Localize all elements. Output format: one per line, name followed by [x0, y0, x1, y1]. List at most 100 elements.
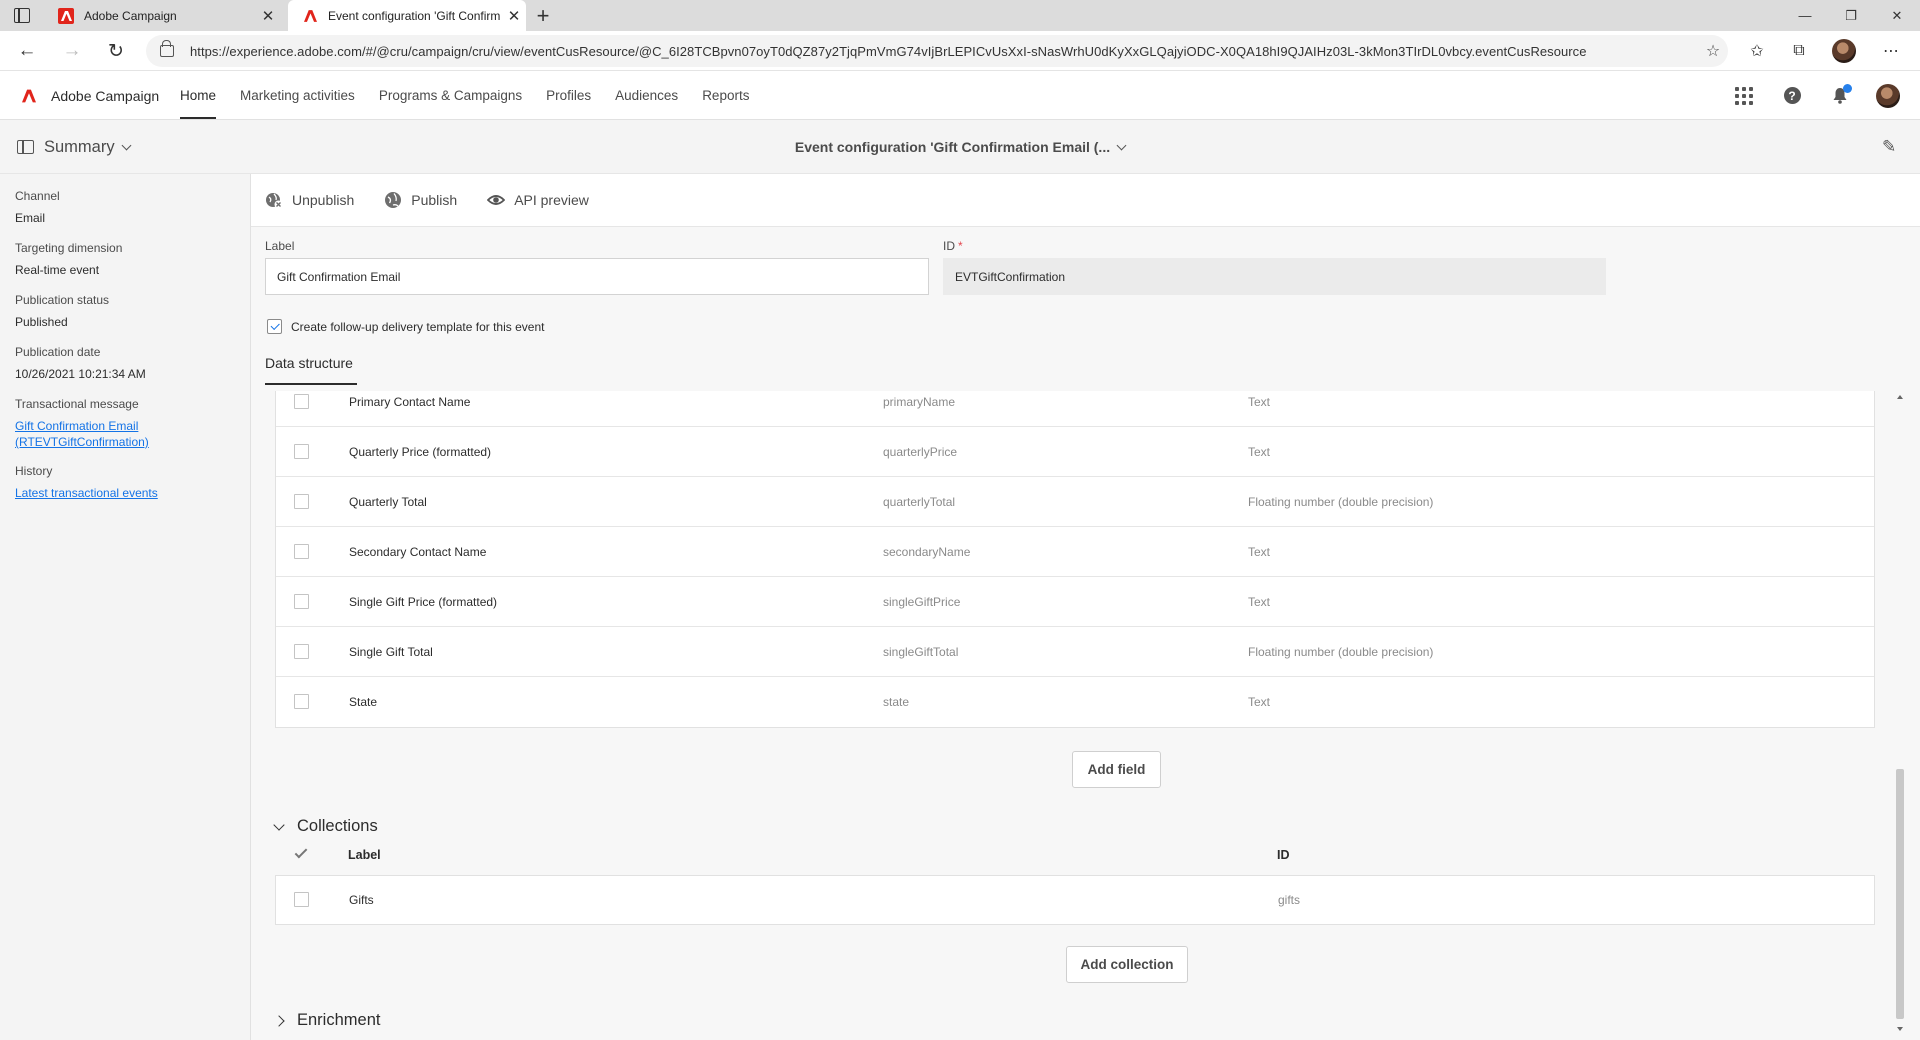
api-preview-button[interactable]: API preview	[487, 191, 589, 209]
adobe-favicon-icon	[302, 8, 318, 24]
browser-tab-adobe-campaign[interactable]: Adobe Campaign ✕	[44, 0, 280, 31]
latest-transactional-events-link[interactable]: Latest transactional events	[15, 485, 250, 501]
back-icon[interactable]: ←	[12, 38, 42, 64]
close-window-icon[interactable]: ✕	[1874, 0, 1920, 31]
table-row[interactable]: Secondary Contact Name secondaryName Tex…	[276, 527, 1874, 577]
scroll-up-icon[interactable]	[1897, 395, 1903, 399]
url-text[interactable]: https://experience.adobe.com/#/@cru/camp…	[190, 44, 1698, 59]
url-field[interactable]: https://experience.adobe.com/#/@cru/camp…	[146, 35, 1728, 67]
main-content: Unpublish Publish API preview Label Gift…	[251, 174, 1920, 1040]
id-input[interactable]: EVTGiftConfirmation	[943, 258, 1606, 295]
publication-status-value: Published	[15, 315, 68, 329]
channel-label: Channel	[15, 189, 60, 203]
forward-icon[interactable]: →	[57, 38, 87, 64]
table-row[interactable]: Quarterly Total quarterlyTotal Floating …	[276, 477, 1874, 527]
row-checkbox[interactable]	[294, 444, 309, 459]
transactional-message-link[interactable]: Gift Confirmation Email (RTEVTGiftConfirm…	[15, 418, 250, 450]
add-collection-button[interactable]: Add collection	[1066, 946, 1188, 983]
table-row[interactable]: Gifts gifts	[276, 876, 1874, 924]
label-input[interactable]: Gift Confirmation Email	[265, 258, 929, 295]
tab-label: Event configuration 'Gift Confirm	[328, 8, 501, 23]
profile-avatar[interactable]	[1829, 38, 1859, 64]
collections-column-header: Label ID	[275, 835, 1875, 875]
tab-data-structure[interactable]: Data structure	[265, 355, 357, 385]
select-all-check-icon[interactable]	[294, 845, 308, 859]
data-structure-scroll-area[interactable]: Primary Contact Name primaryName Text Qu…	[265, 391, 1906, 1033]
favorites-icon[interactable]: ✩	[1742, 38, 1772, 64]
unpublish-globe-icon	[266, 193, 283, 209]
transactional-message-label: Transactional message	[15, 397, 139, 411]
notification-badge	[1843, 83, 1852, 93]
page-title-dropdown[interactable]: Event configuration 'Gift Confirmation E…	[700, 120, 1220, 174]
field-id: state	[883, 695, 910, 709]
field-id: quarterlyPrice	[883, 445, 958, 459]
table-row[interactable]: State state Text	[276, 677, 1874, 727]
eye-icon	[487, 195, 506, 205]
row-checkbox[interactable]	[294, 544, 309, 559]
row-checkbox[interactable]	[294, 494, 309, 509]
field-id: singleGiftTotal	[883, 645, 959, 659]
column-label-header: Label	[348, 848, 381, 862]
vertical-scrollbar[interactable]	[1894, 391, 1906, 1033]
add-favorite-icon[interactable]: ☆	[1698, 41, 1728, 61]
action-bar: Unpublish Publish API preview	[251, 174, 1920, 227]
follow-up-template-checkbox[interactable]: Create follow-up delivery template for t…	[267, 319, 544, 334]
field-id: quarterlyTotal	[883, 495, 956, 509]
nav-home[interactable]: Home	[180, 71, 217, 120]
more-icon[interactable]: ⋯	[1876, 38, 1906, 64]
user-avatar[interactable]	[1874, 82, 1902, 110]
table-row[interactable]: Primary Contact Name primaryName Text	[276, 391, 1874, 427]
brand[interactable]: Adobe Campaign	[22, 71, 159, 120]
field-type: Floating number (double precision)	[1248, 495, 1434, 509]
minimize-icon[interactable]: —	[1782, 0, 1828, 31]
header-tools: ?	[1710, 71, 1902, 120]
help-icon[interactable]: ?	[1778, 82, 1806, 110]
field-label: Quarterly Total	[349, 495, 427, 509]
collections-icon[interactable]: ⧉	[1784, 38, 1814, 64]
adobe-logo-icon	[22, 89, 36, 102]
new-tab-icon[interactable]: +	[530, 3, 556, 29]
table-row[interactable]: Single Gift Total singleGiftTotal Floati…	[276, 627, 1874, 677]
unpublish-button[interactable]: Unpublish	[265, 191, 354, 209]
window-controls: — ❐ ✕	[1782, 0, 1920, 31]
enrichment-section-toggle[interactable]: Enrichment	[273, 1011, 380, 1030]
scrollbar-thumb[interactable]	[1896, 769, 1904, 1019]
table-row[interactable]: Single Gift Price (formatted) singleGift…	[276, 577, 1874, 627]
checkbox-checked[interactable]	[267, 319, 282, 334]
publish-button[interactable]: Publish	[384, 191, 457, 209]
browser-tab-event-configuration[interactable]: Event configuration 'Gift Confirm ✕	[288, 0, 526, 31]
close-tab-icon[interactable]: ✕	[256, 7, 280, 25]
refresh-icon[interactable]: ↻	[101, 38, 131, 64]
row-checkbox[interactable]	[294, 644, 309, 659]
chevron-right-icon	[273, 1014, 285, 1027]
row-checkbox[interactable]	[294, 694, 309, 709]
lock-icon[interactable]	[160, 40, 174, 57]
id-caption: ID *	[943, 239, 963, 253]
notifications-bell-icon[interactable]	[1826, 82, 1854, 110]
summary-toggle-button[interactable]: Summary	[17, 120, 132, 174]
table-row[interactable]: Quarterly Price (formatted) quarterlyPri…	[276, 427, 1874, 477]
restore-icon[interactable]: ❐	[1828, 0, 1874, 31]
chevron-down-icon	[273, 818, 285, 831]
nav-profiles[interactable]: Profiles	[546, 71, 591, 120]
nav-programs-campaigns[interactable]: Programs & Campaigns	[379, 71, 522, 120]
edit-pencil-icon[interactable]: ✎	[1882, 137, 1904, 159]
apps-grid-icon[interactable]	[1730, 82, 1758, 110]
row-checkbox[interactable]	[294, 394, 309, 409]
field-type: Floating number (double precision)	[1248, 645, 1434, 659]
nav-reports[interactable]: Reports	[702, 71, 749, 120]
scroll-down-icon[interactable]	[1897, 1027, 1903, 1031]
nav-marketing-activities[interactable]: Marketing activities	[240, 71, 355, 120]
tab-actions-icon[interactable]	[14, 8, 30, 23]
collections-section-toggle[interactable]: Collections	[273, 817, 378, 836]
field-label: Secondary Contact Name	[349, 545, 487, 559]
browser-tab-strip: Adobe Campaign ✕ Event configuration 'Gi…	[0, 0, 1920, 31]
publication-date-value: 10/26/2021 10:21:34 AM	[15, 367, 146, 381]
add-field-button[interactable]: Add field	[1072, 751, 1161, 788]
row-checkbox[interactable]	[294, 892, 309, 907]
row-checkbox[interactable]	[294, 594, 309, 609]
field-type: Text	[1248, 695, 1271, 709]
channel-value: Email	[15, 211, 46, 225]
close-tab-icon[interactable]: ✕	[502, 7, 526, 25]
nav-audiences[interactable]: Audiences	[615, 71, 678, 120]
